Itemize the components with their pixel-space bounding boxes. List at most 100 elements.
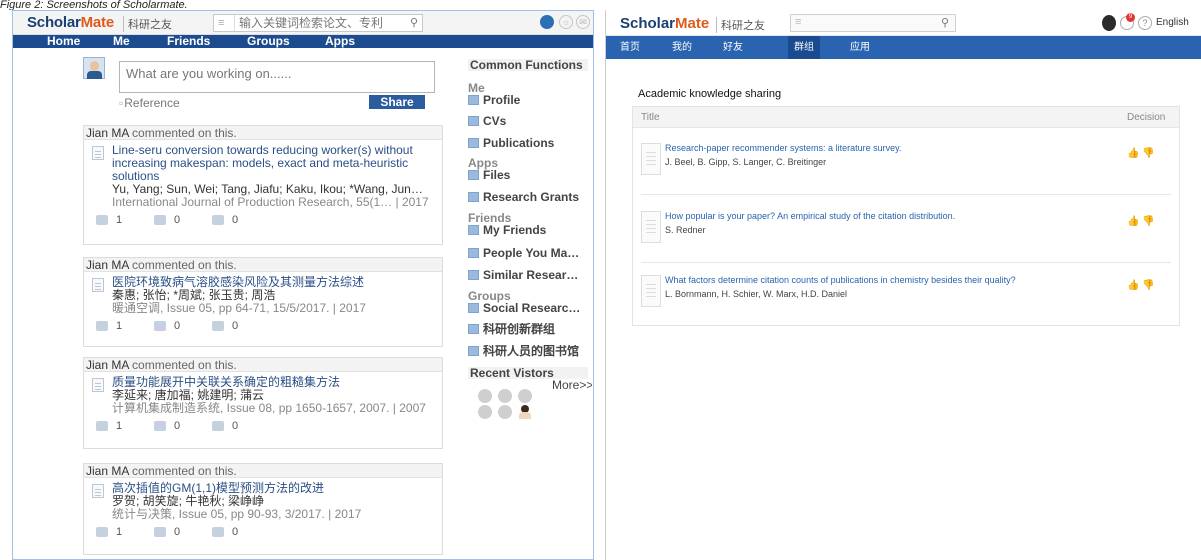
user-avatar[interactable] — [540, 15, 554, 29]
notification-icon[interactable]: ☼ — [559, 15, 573, 29]
visitor-avatar[interactable] — [478, 405, 492, 419]
thumbs-up-icon[interactable]: 👍 — [1127, 148, 1139, 159]
sidebar-item-group-1[interactable]: 科研创新群组 — [468, 323, 588, 336]
people-icon — [468, 248, 479, 258]
nav-mine[interactable]: 我的 — [672, 36, 692, 59]
thumbs-down-icon[interactable]: 👎 — [1142, 216, 1154, 227]
paper-source: 计算机集成制造系统, Issue 08, pp 1650-1657, 2007.… — [112, 402, 426, 415]
paper-authors: Yu, Yang; Sun, Wei; Tang, Jiafu; Kaku, I… — [112, 182, 423, 196]
like-button[interactable]: 1 — [96, 214, 122, 226]
share-button[interactable]: Share — [369, 95, 425, 109]
thumbs-up-icon — [96, 321, 108, 332]
card-actions: 1 0 0 — [84, 521, 442, 543]
nav-apps[interactable]: 应用 — [850, 36, 870, 59]
sidebar-heading: Common Functions — [468, 59, 588, 71]
search-input[interactable]: ≡ ⚲ — [790, 14, 956, 32]
similar-icon — [468, 270, 479, 280]
logo[interactable]: ScholarMate — [27, 14, 114, 31]
commenter-name[interactable]: Jian MA — [86, 358, 129, 372]
paper-title[interactable]: How popular is your paper? An empirical … — [665, 211, 955, 221]
logo-subtitle: 科研之友 — [123, 16, 172, 32]
visitor-avatar[interactable] — [478, 389, 492, 403]
paper-table: Title Decision Research-paper recommende… — [632, 106, 1180, 326]
comment-button[interactable]: 0 — [154, 320, 180, 332]
thumbs-down-icon[interactable]: 👎 — [1142, 148, 1154, 159]
sidebar-item-group-2[interactable]: 科研人员的图书馆 — [468, 345, 588, 358]
paper-authors: 罗贺; 胡笑旋; 牛艳秋; 梁峥峥 — [112, 494, 265, 508]
comment-icon — [154, 421, 166, 432]
like-button[interactable]: 1 — [96, 526, 122, 538]
card-header: Jian MA commented on this. — [84, 258, 442, 272]
visitor-avatar[interactable] — [498, 405, 512, 419]
like-button[interactable]: 1 — [96, 320, 122, 332]
sidebar-item-my-friends[interactable]: My Friends — [468, 224, 588, 237]
sidebar-item-people-you-may-know[interactable]: People You Ma… — [468, 247, 588, 260]
search-icon[interactable]: ⚲ — [941, 16, 949, 29]
thumbs-down-icon[interactable]: 👎 — [1142, 280, 1154, 291]
thumbs-up-icon[interactable]: 👍 — [1127, 216, 1139, 227]
nav-home[interactable]: Home — [47, 35, 80, 48]
user-avatar[interactable] — [1102, 15, 1116, 31]
status-input[interactable]: What are you working on...... — [119, 61, 435, 93]
visitor-avatar[interactable] — [518, 389, 532, 403]
message-icon[interactable]: ✉ — [576, 15, 590, 29]
nav-friends[interactable]: Friends — [167, 35, 210, 48]
grants-icon — [468, 192, 479, 202]
nav-me[interactable]: Me — [113, 35, 130, 48]
like-button[interactable]: 1 — [96, 420, 122, 432]
share-action-button[interactable]: 0 — [212, 320, 238, 332]
commenter-name[interactable]: Jian MA — [86, 464, 129, 478]
comment-button[interactable]: 0 — [154, 420, 180, 432]
sidebar-item-social-research[interactable]: Social Researc… — [468, 302, 588, 315]
share-icon — [212, 321, 224, 332]
commenter-name[interactable]: Jian MA — [86, 258, 129, 272]
thumbs-up-icon — [96, 527, 108, 538]
logo-subtitle: 科研之友 — [716, 17, 765, 33]
card-actions: 1 0 0 — [84, 415, 442, 437]
more-link[interactable]: More>> — [552, 379, 592, 392]
sidebar-item-profile[interactable]: Profile — [468, 94, 588, 107]
feed-card: Jian MA commented on this. 质量功能展开中关联关系确定… — [83, 357, 443, 449]
document-icon — [92, 378, 104, 392]
paper-source: International Journal of Production Rese… — [112, 196, 429, 209]
visitor-avatar[interactable] — [498, 389, 512, 403]
decision-buttons: 👍 👎 — [1127, 148, 1155, 159]
help-icon[interactable]: ? — [1138, 16, 1152, 30]
comment-button[interactable]: 0 — [154, 526, 180, 538]
commenter-name[interactable]: Jian MA — [86, 126, 129, 140]
common-functions-sidebar: Common Functions Me Profile CVs Publicat… — [468, 51, 592, 531]
nav-home[interactable]: 首页 — [620, 36, 640, 59]
logo[interactable]: ScholarMate — [620, 15, 709, 32]
nav-friends[interactable]: 好友 — [723, 36, 743, 59]
figure-caption: Figure 2: Screenshots of Scholarmate. — [0, 0, 188, 10]
search-input[interactable]: ≡ 输入关键词检索论文、专利 ⚲ — [213, 14, 423, 32]
language-switch[interactable]: English — [1156, 17, 1189, 28]
visitor-avatar[interactable] — [518, 405, 532, 419]
sidebar-item-similar-researchers[interactable]: Similar Resear… — [468, 269, 588, 282]
comment-icon — [154, 527, 166, 538]
nav-groups[interactable]: 群组 — [788, 36, 820, 59]
paper-authors: J. Beel, B. Gipp, S. Langer, C. Breiting… — [665, 157, 827, 167]
card-header: Jian MA commented on this. — [84, 464, 442, 478]
menu-icon[interactable]: ≡ — [218, 15, 224, 31]
reference-link[interactable]: Reference — [119, 96, 179, 110]
nav-groups[interactable]: Groups — [247, 35, 290, 48]
feed-card: Jian MA commented on this. Line-seru con… — [83, 125, 443, 245]
paper-title[interactable]: Research-paper recommender systems: a li… — [665, 143, 901, 153]
comment-button[interactable]: 0 — [154, 214, 180, 226]
share-action-button[interactable]: 0 — [212, 214, 238, 226]
sidebar-item-publications[interactable]: Publications — [468, 137, 588, 150]
sidebar-item-cvs[interactable]: CVs — [468, 115, 588, 128]
share-action-button[interactable]: 0 — [212, 526, 238, 538]
nav-apps[interactable]: Apps — [325, 35, 355, 48]
column-title: Title — [641, 112, 660, 123]
paper-title[interactable]: What factors determine citation counts o… — [665, 275, 1016, 285]
search-icon[interactable]: ⚲ — [410, 15, 418, 31]
paper-authors: L. Bornmann, H. Schier, W. Marx, H.D. Da… — [665, 289, 848, 299]
sidebar-item-research-grants[interactable]: Research Grants — [468, 191, 588, 204]
paper-title[interactable]: Line-seru conversion towards reducing wo… — [112, 144, 438, 183]
share-action-button[interactable]: 0 — [212, 420, 238, 432]
menu-icon[interactable]: ≡ — [795, 16, 801, 28]
sidebar-item-files[interactable]: Files — [468, 169, 588, 182]
thumbs-up-icon[interactable]: 👍 — [1127, 280, 1139, 291]
